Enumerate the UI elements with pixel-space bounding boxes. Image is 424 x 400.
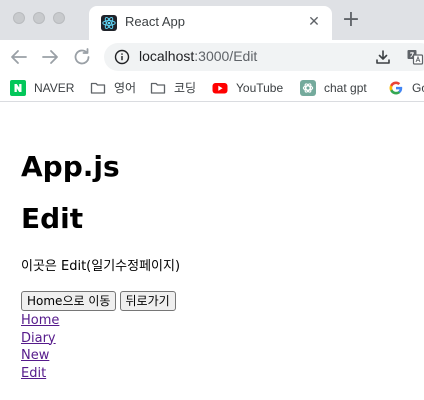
bookmark-label: NAVER: [34, 81, 75, 95]
link-edit[interactable]: Edit: [21, 365, 424, 383]
back-arrow-icon[interactable]: [7, 45, 31, 69]
window-minimize-button[interactable]: [33, 12, 45, 24]
page-content: App.js Edit 이곳은 Edit(일기수정페이지) Home으로 이동 …: [0, 103, 424, 400]
page-title: Edit: [21, 202, 84, 235]
bookmark-folder-coding[interactable]: 코딩: [150, 80, 196, 96]
bookmark-label: chat gpt: [324, 81, 367, 95]
nav-links: Home Diary New Edit: [21, 312, 424, 382]
link-new[interactable]: New: [21, 347, 424, 365]
bookmark-naver[interactable]: NAVER: [10, 80, 74, 96]
google-icon: [388, 80, 404, 96]
url-host: localhost: [139, 48, 195, 64]
bookmark-chatgpt[interactable]: chat gpt: [300, 80, 367, 96]
go-home-button[interactable]: Home으로 이동: [21, 291, 117, 311]
forward-arrow-icon[interactable]: [38, 45, 62, 69]
tab-close-icon[interactable]: ✕: [306, 14, 322, 30]
bookmark-youtube[interactable]: YouTube: [212, 80, 283, 96]
folder-icon: [90, 80, 106, 96]
install-app-icon[interactable]: [374, 48, 392, 66]
bookmark-label: Go: [412, 81, 424, 95]
bookmarks-bar: NAVER 영어 코딩 YouTube chat gpt Go: [0, 74, 424, 102]
app-title: App.js: [21, 150, 120, 183]
bookmark-folder-english[interactable]: 영어: [90, 80, 136, 96]
url-path: :3000/Edit: [194, 48, 258, 64]
reload-icon[interactable]: [70, 45, 94, 69]
window-close-button[interactable]: [13, 12, 25, 24]
link-home[interactable]: Home: [21, 312, 424, 330]
chatgpt-icon: [300, 80, 316, 96]
react-favicon-icon: [101, 15, 117, 31]
site-info-icon[interactable]: [114, 49, 130, 65]
address-bar[interactable]: localhost:3000/Edit: [104, 43, 424, 71]
folder-icon: [150, 80, 166, 96]
bookmark-label: YouTube: [236, 81, 284, 95]
translate-icon[interactable]: [406, 48, 424, 66]
tab-title: React App: [125, 14, 185, 29]
tab-strip: React App ✕ +: [0, 0, 424, 40]
naver-icon: [10, 80, 26, 96]
go-back-button[interactable]: 뒤로가기: [119, 291, 176, 311]
button-group: Home으로 이동 뒤로가기: [21, 291, 424, 311]
window-maximize-button[interactable]: [53, 12, 65, 24]
new-tab-button[interactable]: +: [341, 9, 361, 31]
youtube-icon: [212, 80, 228, 96]
url-text[interactable]: localhost:3000/Edit: [139, 48, 257, 64]
browser-tab[interactable]: React App ✕: [89, 6, 332, 40]
browser-toolbar: localhost:3000/Edit: [0, 40, 424, 74]
link-diary[interactable]: Diary: [21, 330, 424, 348]
bookmark-google[interactable]: Go: [388, 80, 424, 96]
bookmark-label: 영어: [114, 81, 137, 95]
page-description: 이곳은 Edit(일기수정페이지): [21, 259, 181, 274]
bookmark-label: 코딩: [174, 81, 197, 95]
